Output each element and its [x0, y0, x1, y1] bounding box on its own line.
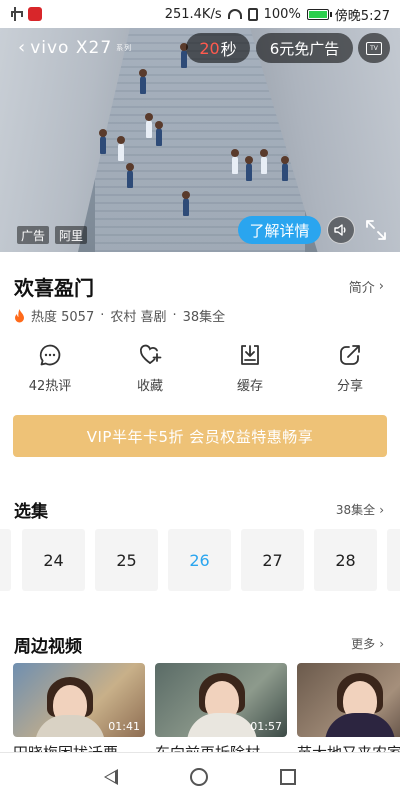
scene-person: [99, 129, 107, 154]
episode-item[interactable]: 28: [314, 529, 377, 591]
heart-plus-icon: [139, 344, 162, 364]
episode-item[interactable]: 27: [241, 529, 304, 591]
volume-button[interactable]: [327, 216, 355, 244]
episode-item-active[interactable]: 26: [168, 529, 231, 591]
scene-person: [145, 113, 153, 138]
scene-person: [182, 191, 190, 216]
share-button[interactable]: 分享: [300, 343, 400, 399]
related-video-list: 01:41 田晓梅困扰迁要 01:57 东向前再拆除村 02 苗大地又来农家: [0, 663, 400, 763]
chevron-right-icon: ›: [379, 502, 384, 517]
chevron-right-icon: ›: [378, 279, 384, 294]
share-icon: [340, 345, 360, 365]
thumb-figure: [35, 715, 105, 737]
episode-item-partial[interactable]: [387, 529, 400, 591]
status-bar: 251.4K/s 100% 傍晚5:27: [0, 0, 400, 28]
video-thumbnail: 02: [297, 663, 400, 737]
related-section-title: 周边视频: [14, 637, 82, 657]
ad-brand-logo: ‹ vivo X27 系列: [18, 37, 133, 58]
heat-value: 热度 5057: [31, 310, 95, 325]
skip-ad-button[interactable]: 6元免广告: [256, 33, 353, 63]
chevron-right-icon: ›: [379, 636, 384, 651]
video-player[interactable]: ‹ vivo X27 系列 20 秒 6元免广告 TV 广告 阿里 了解详情: [0, 28, 400, 252]
episode-list: 24 25 26 27 28: [0, 529, 400, 591]
usb-icon: [10, 7, 23, 21]
show-meta: 热度 5057 · 农村 喜剧 · 38集全: [14, 306, 225, 325]
scene-person: [155, 121, 163, 146]
scene-person: [139, 69, 147, 94]
separator-dot: ·: [100, 308, 105, 323]
wifi-icon: [227, 9, 242, 19]
action-bar: 42热评 收藏 缓存 分享: [0, 343, 400, 399]
scene-person: [281, 156, 289, 181]
cast-tv-button[interactable]: TV: [358, 33, 390, 63]
scene-person: [117, 136, 125, 161]
nav-back-icon[interactable]: [104, 768, 118, 785]
episode-item-partial[interactable]: [0, 529, 11, 591]
genre: 农村 喜剧: [110, 310, 167, 325]
scene-person: [260, 149, 268, 174]
download-icon: [241, 345, 259, 365]
scene-person: [231, 149, 239, 174]
video-duration: 01:57: [250, 720, 282, 733]
thumb-figure: [325, 713, 395, 737]
nav-home-icon[interactable]: [190, 767, 208, 786]
episode-count: 38集全: [182, 310, 226, 325]
ad-countdown: 20 秒: [186, 33, 250, 63]
thumb-figure: [187, 713, 257, 737]
episode-item[interactable]: 25: [95, 529, 158, 591]
intro-link[interactable]: 简介 ›: [349, 277, 384, 296]
video-duration: 01:41: [108, 720, 140, 733]
separator-dot: ·: [172, 308, 177, 323]
speaker-icon: [334, 224, 346, 236]
battery-fill: [308, 10, 327, 18]
episodes-section-title: 选集: [14, 502, 48, 522]
nav-recents-icon[interactable]: [280, 768, 296, 785]
sim-icon: [247, 7, 258, 21]
countdown-unit: 秒: [220, 40, 237, 59]
download-button[interactable]: 缓存: [200, 343, 300, 399]
show-title: 欢喜盈门: [14, 276, 94, 300]
related-video-card[interactable]: 01:41 田晓梅困扰迁要: [13, 663, 145, 763]
vip-promo-banner[interactable]: VIP半年卡5折 会员权益特惠畅享: [13, 415, 387, 457]
favorite-button[interactable]: 收藏: [100, 343, 200, 399]
ad-tag: 广告: [17, 226, 50, 244]
learn-more-button[interactable]: 了解详情: [238, 216, 321, 244]
related-more-link[interactable]: 更多 ›: [351, 635, 384, 652]
back-chevron-icon[interactable]: ‹: [18, 39, 26, 57]
related-video-card[interactable]: 02 苗大地又来农家: [297, 663, 400, 763]
comment-icon: [39, 344, 61, 366]
comments-button[interactable]: 42热评: [0, 343, 100, 399]
related-video-card[interactable]: 01:57 东向前再拆除村: [155, 663, 287, 763]
app-notification-icon: [28, 7, 42, 21]
video-thumbnail: 01:41: [13, 663, 145, 737]
fullscreen-icon[interactable]: [364, 218, 388, 242]
battery-icon: [306, 8, 332, 20]
system-nav-bar: [0, 752, 400, 800]
scene-person: [126, 163, 134, 188]
network-speed: 251.4K/s: [164, 6, 222, 22]
countdown-number: 20: [199, 38, 220, 58]
tv-icon: TV: [366, 41, 382, 55]
ad-source-tag: 阿里: [55, 226, 88, 244]
flame-icon: [15, 308, 24, 322]
video-thumbnail: 01:57: [155, 663, 287, 737]
clock: 傍晚5:27: [334, 8, 390, 24]
episodes-all-link[interactable]: 38集全 ›: [336, 501, 384, 518]
scene-person: [245, 156, 253, 181]
battery-percent: 100%: [263, 6, 301, 22]
episode-item[interactable]: 24: [22, 529, 85, 591]
